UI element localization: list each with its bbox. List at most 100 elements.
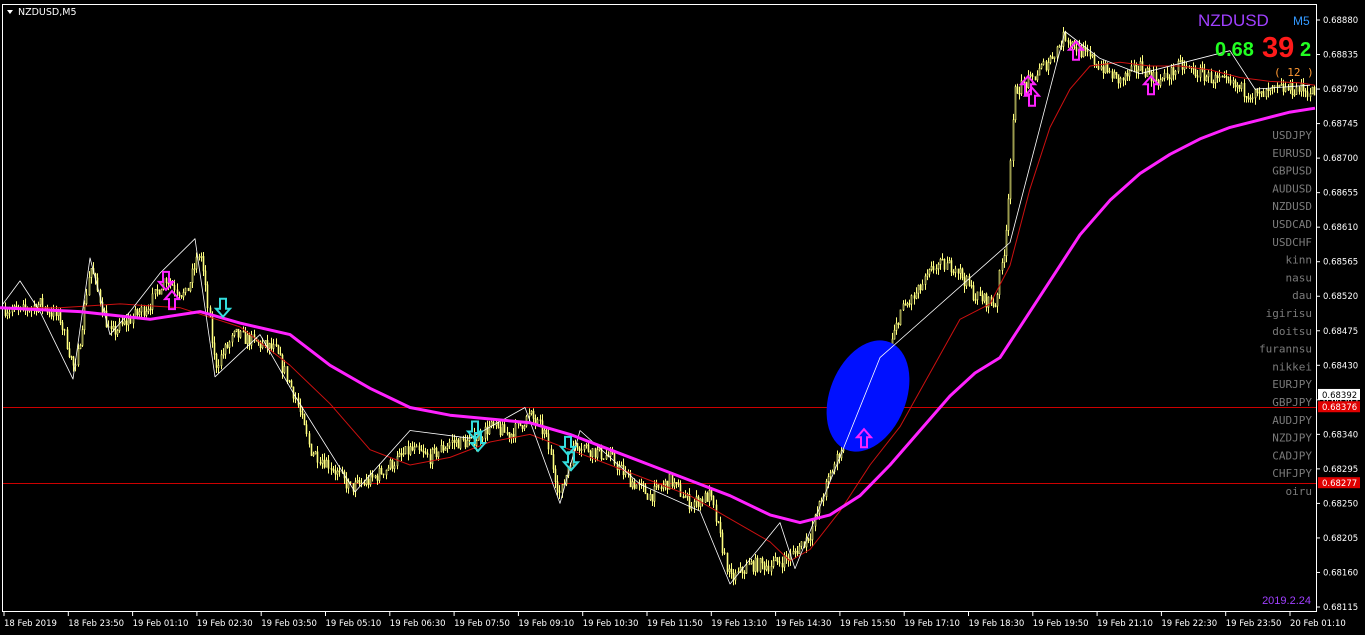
candle-body: [198, 256, 201, 258]
candle-body: [893, 329, 896, 340]
candle-body: [970, 285, 973, 287]
candle-body: [655, 484, 658, 487]
symbol-list-item[interactable]: USDJPY: [1272, 129, 1312, 142]
price-tick-label: 0.68160: [1323, 568, 1358, 578]
candle-body: [682, 496, 685, 499]
candle-body: [1260, 91, 1263, 94]
candle-body: [134, 309, 137, 318]
symbol-list-item[interactable]: NZDJPY: [1272, 432, 1312, 445]
candle-body: [222, 353, 225, 356]
candle-body: [1212, 82, 1215, 84]
time-tick-label: 19 Feb 15:50: [840, 619, 896, 629]
candle-body: [160, 288, 163, 295]
overlay-price-last: 2: [1300, 39, 1311, 61]
candle-body: [411, 446, 414, 451]
candle-body: [387, 467, 390, 471]
candle-body: [1300, 83, 1303, 92]
candle-body: [1053, 56, 1056, 59]
symbol-list-item[interactable]: GBPUSD: [1272, 165, 1312, 178]
candle-body: [233, 330, 236, 336]
candle-body: [660, 487, 663, 489]
candle-body: [1119, 77, 1122, 84]
candle-body: [358, 480, 361, 484]
candle-body: [88, 277, 91, 296]
candle-body: [1194, 68, 1197, 76]
symbol-list-item[interactable]: nikkei: [1272, 360, 1312, 373]
candle-body: [127, 318, 130, 326]
symbol-list-item[interactable]: AUDUSD: [1272, 182, 1312, 195]
symbol-list-item[interactable]: doitsu: [1272, 325, 1312, 338]
candle-body: [743, 572, 746, 574]
candle-body: [937, 263, 940, 270]
candle-body: [404, 446, 407, 455]
candle-body: [57, 311, 60, 316]
symbol-list-item[interactable]: NZDUSD: [1272, 200, 1312, 213]
candle-body: [204, 270, 207, 286]
candle-body: [398, 452, 401, 457]
candle-body: [1089, 51, 1092, 57]
time-tick-label: 19 Feb 21:10: [1097, 619, 1153, 629]
candle-body: [481, 437, 484, 440]
candle-body: [455, 439, 458, 443]
candle-body: [1051, 56, 1054, 59]
candle-body: [140, 306, 143, 313]
candle-body: [591, 448, 594, 457]
symbol-list-item[interactable]: USDCHF: [1272, 236, 1312, 249]
candle-body: [554, 468, 557, 483]
symbol-list-item[interactable]: kinn: [1286, 254, 1313, 267]
symbol-list-item[interactable]: furannsu: [1259, 343, 1312, 356]
candle-body: [275, 343, 278, 346]
candle-body: [129, 318, 132, 324]
candle-body: [763, 562, 766, 570]
candle-body: [286, 366, 289, 382]
candle-body: [1034, 76, 1037, 81]
candle-body: [424, 451, 427, 454]
candle-body: [90, 268, 93, 278]
candle-body: [154, 289, 157, 295]
candle-body: [277, 345, 280, 354]
candle-body: [677, 482, 680, 486]
candle-body: [110, 326, 113, 330]
candle-body: [1040, 64, 1043, 69]
candle-body: [376, 475, 379, 481]
candle-body: [772, 560, 775, 567]
symbol-list-item[interactable]: AUDJPY: [1272, 414, 1312, 427]
overlay-symbol: NZDUSD: [1198, 11, 1269, 30]
candle-body: [510, 433, 513, 439]
symbol-list-item[interactable]: CADJPY: [1272, 449, 1312, 462]
candle-body: [778, 561, 781, 564]
candle-body: [576, 443, 579, 449]
candle-body: [1007, 198, 1010, 231]
candle-body: [908, 303, 911, 305]
time-tick-label: 19 Feb 09:10: [518, 619, 574, 629]
candle-body: [165, 278, 168, 283]
candle-body: [776, 557, 779, 563]
symbol-list-item[interactable]: oiru: [1286, 485, 1313, 498]
symbol-list-item[interactable]: CHFJPY: [1272, 467, 1312, 480]
candle-body: [4, 308, 7, 316]
symbol-list-item[interactable]: EURUSD: [1272, 147, 1312, 160]
candle-body: [451, 440, 454, 443]
symbol-list-item[interactable]: dau: [1292, 289, 1312, 302]
candle-body: [523, 425, 526, 429]
candle-body: [1155, 71, 1158, 81]
candle-body: [380, 468, 383, 475]
candle-body: [1009, 160, 1012, 200]
candle-body: [748, 563, 751, 566]
symbol-list-item[interactable]: EURJPY: [1272, 378, 1312, 391]
chart-canvas[interactable]: NZDUSD,M5 0.68880 0.68835 0.68790 0.68745 0.…: [0, 0, 1365, 635]
candle-body: [290, 380, 293, 388]
candle-body: [726, 552, 729, 572]
symbol-list-item[interactable]: igirisu: [1266, 307, 1312, 320]
symbol-list-item[interactable]: USDCAD: [1272, 218, 1312, 231]
candle-body: [272, 343, 275, 349]
symbol-list-item[interactable]: nasu: [1286, 271, 1313, 284]
candle-body: [499, 427, 502, 436]
candle-body: [897, 322, 900, 325]
window-title[interactable]: NZDUSD,M5: [7, 7, 77, 18]
symbol-list-item[interactable]: GBPJPY: [1272, 396, 1312, 409]
candle-body: [950, 260, 953, 273]
candle-body: [242, 330, 245, 333]
candle-body: [400, 452, 403, 456]
candle-body: [1163, 72, 1166, 79]
